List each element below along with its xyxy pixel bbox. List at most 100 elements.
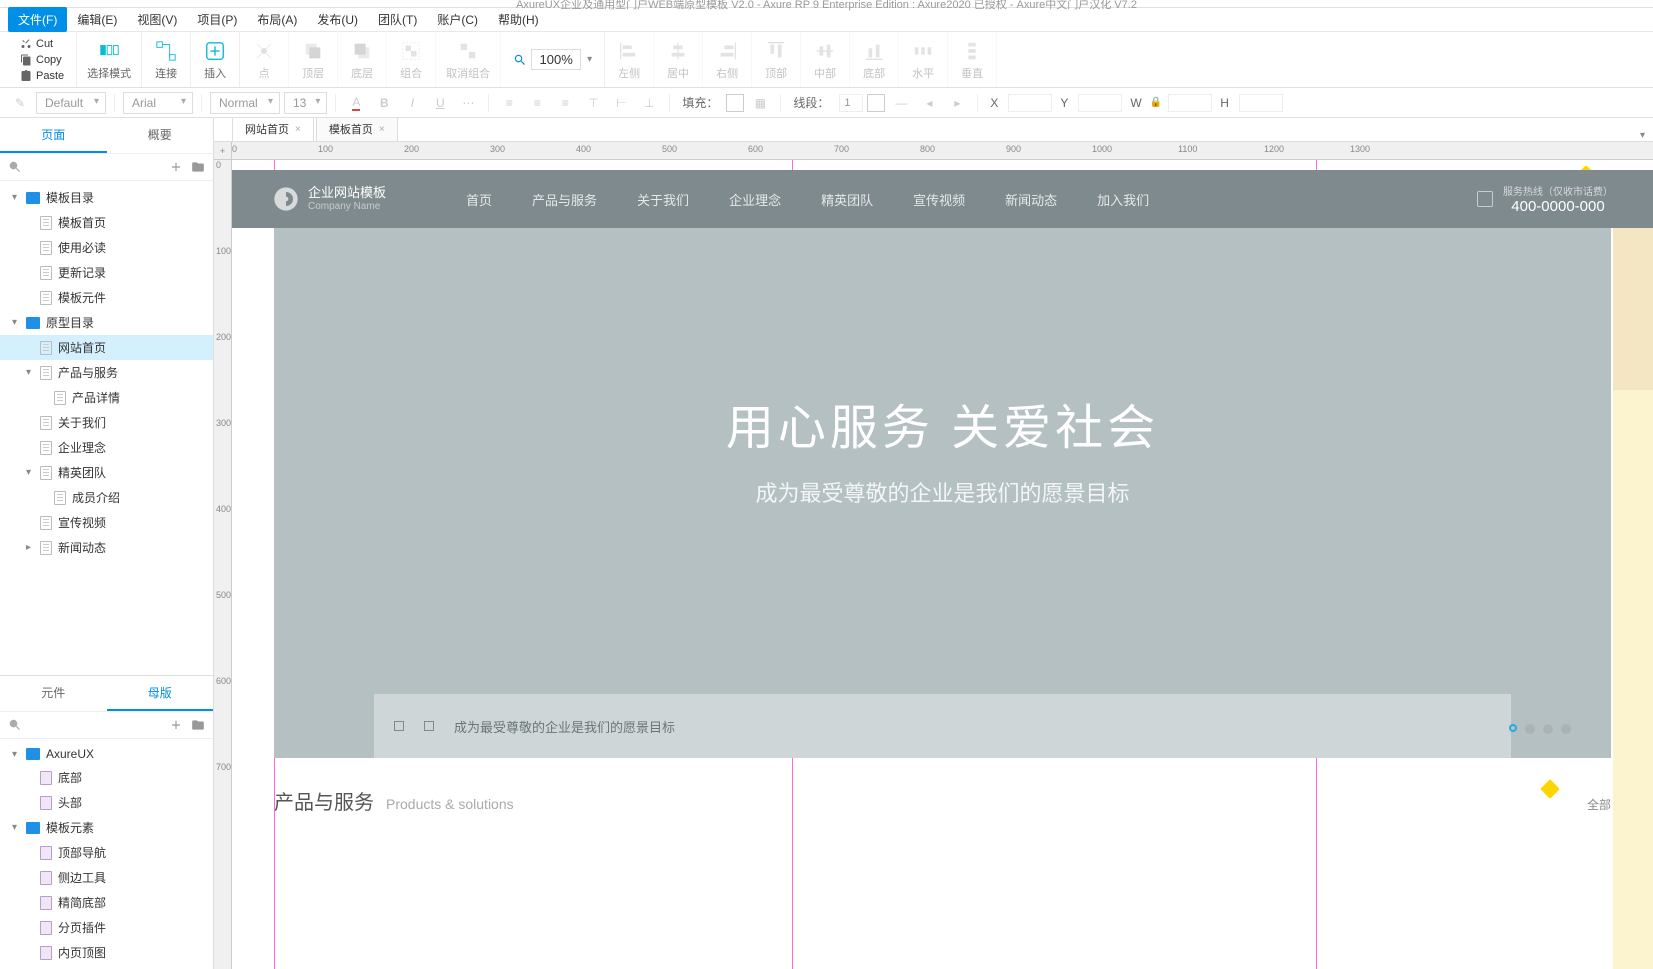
text-align-left-icon[interactable]: ≡	[497, 91, 521, 115]
tree-master[interactable]: 头部	[0, 790, 213, 815]
add-folder-icon[interactable]	[191, 160, 205, 174]
menu-project[interactable]: 项目(P)	[187, 7, 247, 32]
close-icon[interactable]: ×	[379, 124, 385, 135]
arrow-left-icon[interactable]: ◂	[917, 91, 941, 115]
menu-edit[interactable]: 编辑(E)	[67, 7, 127, 32]
add-folder-icon[interactable]	[191, 718, 205, 732]
nav-item[interactable]: 产品与服务	[532, 190, 597, 209]
search-icon[interactable]	[8, 718, 22, 732]
tree-page[interactable]: 模板元件	[0, 285, 213, 310]
zoom-input[interactable]: 100%	[531, 49, 581, 70]
tree-page[interactable]: 关于我们	[0, 410, 213, 435]
bold-icon[interactable]: B	[372, 91, 396, 115]
insert-mode[interactable]: 插入	[191, 32, 240, 87]
align-right[interactable]: 右侧	[703, 32, 752, 87]
menu-view[interactable]: 视图(V)	[127, 7, 187, 32]
tab-masters[interactable]: 母版	[107, 676, 214, 711]
fill-swatch[interactable]	[726, 94, 744, 112]
connect-mode[interactable]: 连接	[142, 32, 191, 87]
text-align-right-icon[interactable]: ≡	[553, 91, 577, 115]
tree-folder[interactable]: ▾模板目录	[0, 185, 213, 210]
canvas-viewport[interactable]: 企业网站模板 Company Name 首页 产品与服务 关于我们 企业理念 精…	[232, 160, 1653, 969]
close-icon[interactable]: ×	[295, 124, 301, 135]
dot[interactable]	[1543, 724, 1553, 734]
x-input[interactable]	[1008, 94, 1052, 112]
nav-item[interactable]: 首页	[466, 190, 492, 209]
canvas-tab[interactable]: 模板首页×	[316, 118, 398, 141]
nav-item[interactable]: 加入我们	[1097, 190, 1149, 209]
w-input[interactable]	[1168, 94, 1212, 112]
more-text-icon[interactable]: ⋯	[456, 91, 480, 115]
valign-top-icon[interactable]: ⊤	[581, 91, 605, 115]
tree-page[interactable]: ▸新闻动态	[0, 535, 213, 560]
align-middle[interactable]: 中部	[801, 32, 850, 87]
menu-team[interactable]: 团队(T)	[368, 7, 427, 32]
menu-publish[interactable]: 发布(U)	[307, 7, 368, 32]
tree-folder[interactable]: ▾AxureUX	[0, 743, 213, 765]
tree-folder[interactable]: ▾模板元素	[0, 815, 213, 840]
nav-item[interactable]: 企业理念	[729, 190, 781, 209]
dist-v[interactable]: 垂直	[948, 32, 997, 87]
chevron-down-icon[interactable]: ▾	[587, 54, 592, 65]
top-button[interactable]: 顶层	[289, 32, 338, 87]
tree-master[interactable]: 侧边工具	[0, 865, 213, 890]
nav-item[interactable]: 精英团队	[821, 190, 873, 209]
valign-bot-icon[interactable]: ⊥	[637, 91, 661, 115]
dot[interactable]	[1525, 724, 1535, 734]
size-select[interactable]: 13	[284, 92, 327, 114]
ruler-horizontal[interactable]: 0100200300400500600700800900100011001200…	[232, 142, 1653, 160]
add-page-icon[interactable]	[169, 160, 183, 174]
text-align-center-icon[interactable]: ≡	[525, 91, 549, 115]
font-color-icon[interactable]: A	[344, 91, 368, 115]
arrow-right-icon[interactable]: ▸	[945, 91, 969, 115]
menu-arrange[interactable]: 布局(A)	[247, 7, 307, 32]
tree-page[interactable]: 使用必读	[0, 235, 213, 260]
tree-page-selected[interactable]: 网站首页	[0, 335, 213, 360]
style-select[interactable]: Default	[36, 92, 106, 114]
ruler-vertical[interactable]: 0100200300400500600700	[214, 160, 232, 969]
dot[interactable]	[1561, 724, 1571, 734]
add-master-icon[interactable]	[169, 718, 183, 732]
y-input[interactable]	[1078, 94, 1122, 112]
cut-button[interactable]: Cut	[16, 37, 68, 51]
font-select[interactable]: Arial	[123, 92, 193, 114]
arrow-left-icon[interactable]	[394, 721, 404, 731]
fill-more-icon[interactable]: ▦	[748, 91, 772, 115]
line-style-icon[interactable]: —	[889, 91, 913, 115]
paint-icon[interactable]: ✎	[8, 91, 32, 115]
tree-master[interactable]: 内页顶图	[0, 940, 213, 965]
menu-account[interactable]: 账户(C)	[427, 7, 488, 32]
canvas-tab-active[interactable]: 网站首页×	[232, 118, 314, 141]
group-button[interactable]: 组合	[387, 32, 436, 87]
tree-page[interactable]: 产品详情	[0, 385, 213, 410]
h-input[interactable]	[1239, 94, 1283, 112]
bottom-button[interactable]: 底层	[338, 32, 387, 87]
tab-pages[interactable]: 页面	[0, 118, 107, 153]
tree-page[interactable]: ▾产品与服务	[0, 360, 213, 385]
tree-page[interactable]: 成员介绍	[0, 485, 213, 510]
search-icon[interactable]	[8, 160, 22, 174]
align-bottom[interactable]: 底部	[850, 32, 899, 87]
tree-folder[interactable]: ▾原型目录	[0, 310, 213, 335]
align-center[interactable]: 居中	[654, 32, 703, 87]
weight-select[interactable]: Normal	[210, 92, 280, 114]
tree-master[interactable]: 底部	[0, 765, 213, 790]
tree-page[interactable]: 模板首页	[0, 210, 213, 235]
dist-h[interactable]: 水平	[899, 32, 948, 87]
arrow-right-icon[interactable]	[424, 721, 434, 731]
align-top[interactable]: 顶部	[752, 32, 801, 87]
select-mode[interactable]: 选择模式	[77, 32, 142, 87]
nav-item[interactable]: 关于我们	[637, 190, 689, 209]
underline-icon[interactable]: U	[428, 91, 452, 115]
copy-button[interactable]: Copy	[16, 53, 68, 67]
italic-icon[interactable]: I	[400, 91, 424, 115]
tree-master[interactable]: 精简底部	[0, 890, 213, 915]
nav-item[interactable]: 新闻动态	[1005, 190, 1057, 209]
point-button[interactable]: 点	[240, 32, 289, 87]
tab-widgets[interactable]: 元件	[0, 676, 107, 711]
dot-active[interactable]	[1509, 724, 1517, 732]
tree-master[interactable]: 分页插件	[0, 915, 213, 940]
ruler-corner[interactable]: +	[214, 142, 232, 160]
valign-mid-icon[interactable]: ⊢	[609, 91, 633, 115]
line-swatch[interactable]	[867, 94, 885, 112]
